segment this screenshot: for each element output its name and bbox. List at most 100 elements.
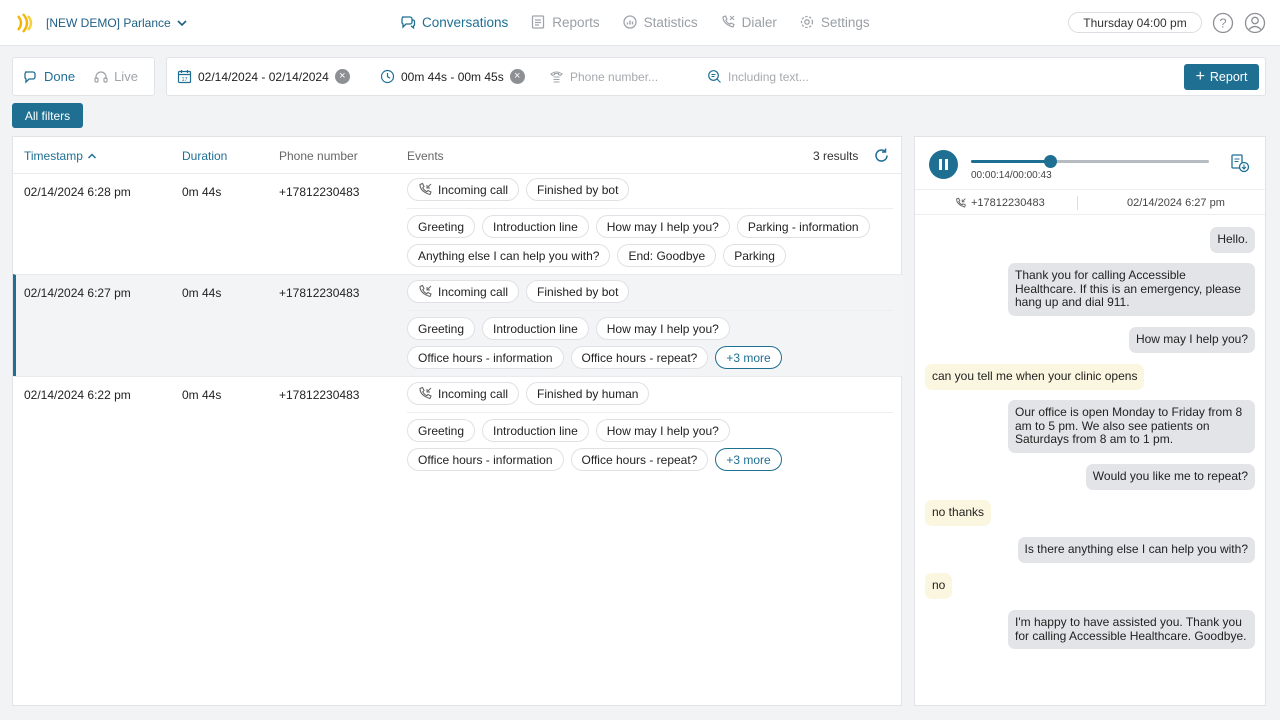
nav-reports-label: Reports [552,14,600,30]
chip-divider [407,412,893,413]
event-chip: Introduction line [482,215,589,238]
transcript-message-bot: Thank you for calling Accessible Healthc… [1008,263,1255,316]
transcript-message-bot: Would you like me to repeat? [1085,464,1255,490]
transcript-message-user: no thanks [925,500,992,526]
phone-number-placeholder: Phone number... [570,69,659,84]
event-chip: Introduction line [482,419,589,442]
statistics-icon [622,15,637,29]
transcript-panel: 00:00:14/00:00:43 +17812230483 02/14/202… [914,136,1266,706]
transcript-message-bot: Is there anything else I can help you wi… [1017,537,1255,563]
nav-conversations[interactable]: Conversations [400,14,508,30]
incoming-call-icon [419,182,432,196]
all-filters-button[interactable]: All filters [12,103,83,128]
table-row[interactable]: 02/14/2024 6:28 pm 0m 44s +17812230483 I… [13,173,901,274]
chip-line: Incoming call Finished by bot [407,280,630,303]
add-report-button[interactable]: + Report [1184,64,1259,90]
nav-reports[interactable]: Reports [530,14,600,30]
phone-column-header: Phone number [279,149,358,163]
live-toggle[interactable]: Live [75,69,138,85]
chip-line: Incoming call Finished by human [407,382,650,405]
chevron-down-icon [177,20,187,27]
meta-divider [1077,196,1078,210]
duration-filter[interactable]: 00m 44s - 00m 45s × [380,69,525,84]
more-events-button[interactable]: +3 more [715,346,782,369]
event-chip: Incoming call [407,280,520,303]
chip-divider [407,310,893,311]
event-chip: Greeting [407,215,476,238]
main-nav: Conversations Reports Statistics Dialer … [400,14,870,30]
event-chip: Office hours - repeat? [570,448,709,471]
event-chip: Greeting [407,419,476,442]
conversations-icon [24,70,36,84]
event-chip: How may I help you? [595,215,730,238]
incoming-call-icon [419,284,432,298]
calendar-icon: 17 [177,70,192,84]
chip-divider [407,208,893,209]
phone-icon [550,71,563,83]
playback-time: 00:00:14/00:00:43 [971,170,1052,181]
events-column-header: Events [407,149,444,163]
audio-progress-handle[interactable] [1043,155,1057,168]
event-chip: How may I help you? [595,317,730,340]
row-timestamp: 02/14/2024 6:28 pm [24,185,131,199]
transcript-message-bot: How may I help you? [1128,327,1255,353]
done-label: Done [44,69,76,84]
nav-statistics[interactable]: Statistics [622,14,698,30]
top-navigation-bar: [NEW DEMO] Parlance Conversations Report… [0,0,1280,46]
done-toggle[interactable]: Done [13,69,75,85]
call-date: 02/14/2024 6:27 pm [1127,197,1225,209]
event-chip: Office hours - information [407,448,564,471]
svg-text:?: ? [1219,16,1226,31]
nav-settings-label: Settings [820,14,870,30]
download-recording-icon[interactable] [1229,152,1251,174]
table-row[interactable]: 02/14/2024 6:22 pm 0m 44s +17812230483 I… [13,376,901,477]
gear-icon [800,15,814,29]
transcript-message-bot: I'm happy to have assisted you. Thank yo… [1008,610,1255,649]
transcript-message-user: no [925,573,953,599]
user-account-icon[interactable] [1244,12,1266,34]
phone-number-filter[interactable]: Phone number... [549,69,658,84]
parlance-logo-icon [17,13,33,33]
workspace-name: [NEW DEMO] Parlance [46,16,171,30]
chip-line: Office hours - information Office hours … [407,448,782,471]
help-icon[interactable]: ? [1212,12,1234,34]
event-chip: Anything else I can help you with? [407,244,611,267]
chip-line: Anything else I can help you with? End: … [407,244,786,267]
reports-icon [532,15,545,29]
event-chip: Finished by human [526,382,650,405]
event-chip: Office hours - information [407,346,564,369]
results-count: 3 results [813,149,859,163]
text-search-placeholder: Including text... [728,69,809,84]
event-chip: Office hours - repeat? [570,346,709,369]
more-events-button[interactable]: +3 more [715,448,782,471]
conversations-icon [401,16,416,30]
chip-line: Incoming call Finished by bot [407,178,630,201]
refresh-icon[interactable] [873,147,890,164]
date-range-filter[interactable]: 17 02/14/2024 - 02/14/2024 × [177,69,350,84]
dialer-icon [721,15,735,28]
transcript-message-user: can you tell me when your clinic opens [925,364,1145,390]
pause-button[interactable] [929,150,958,179]
current-datetime: Thursday 04:00 pm [1068,12,1202,33]
timestamp-column-header[interactable]: Timestamp [24,149,97,163]
row-duration: 0m 44s [182,388,222,402]
row-timestamp: 02/14/2024 6:27 pm [24,286,131,300]
text-search-filter[interactable]: Including text... [707,69,809,84]
done-live-toggle: Done Live [12,57,155,96]
date-range-value: 02/14/2024 - 02/14/2024 [198,69,329,84]
timestamp-header-label: Timestamp [24,149,83,163]
row-phone: +17812230483 [279,286,360,300]
nav-dialer[interactable]: Dialer [720,14,777,30]
nav-settings[interactable]: Settings [799,14,870,30]
clear-duration-icon[interactable]: × [509,69,525,84]
clear-date-icon[interactable]: × [334,69,350,84]
nav-conversations-label: Conversations [422,14,509,30]
table-row-selected[interactable]: 02/14/2024 6:27 pm 0m 44s +17812230483 I… [13,274,903,376]
duration-column-header[interactable]: Duration [182,149,227,163]
workspace-selector[interactable]: [NEW DEMO] Parlance [46,16,187,30]
event-chip: Incoming call [407,382,520,405]
audio-progress-track[interactable] [971,155,1209,168]
row-duration: 0m 44s [182,185,222,199]
event-chip: Parking - information [736,215,870,238]
clock-icon [380,69,395,84]
